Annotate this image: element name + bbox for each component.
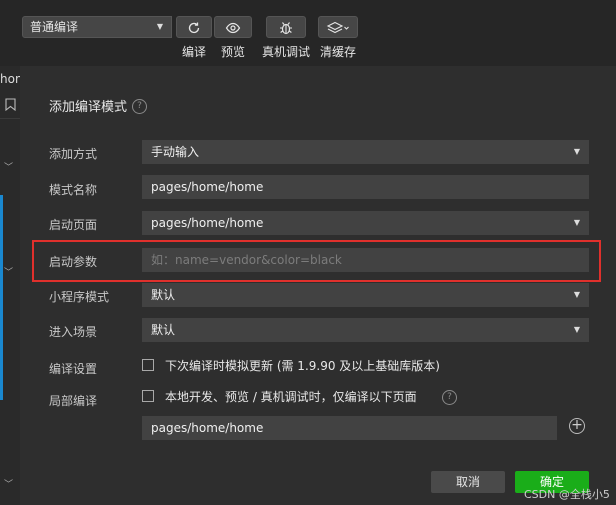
mode-name-input[interactable]: pages/home/home [142, 175, 589, 199]
chevron-down-icon: ▼ [573, 325, 580, 334]
miniprogram-mode-value: 默认 [151, 288, 176, 302]
preview-button[interactable] [214, 16, 252, 38]
mode-name-label: 模式名称 [49, 183, 98, 197]
remote-debug-button[interactable] [266, 16, 306, 38]
add-page-icon[interactable]: + [569, 418, 585, 434]
start-page-value: pages/home/home [151, 216, 264, 230]
clear-cache-label: 清缓存 [319, 45, 356, 59]
add-method-value: 手动输入 [151, 145, 200, 159]
clear-cache-button[interactable] [318, 16, 358, 38]
bookmark-icon[interactable] [5, 98, 16, 111]
help-icon[interactable]: ? [442, 390, 457, 405]
partial-compile-label: 局部编译 [49, 394, 98, 408]
compile-button[interactable] [176, 16, 212, 38]
chevron-down-icon[interactable]: ﹀ [4, 160, 13, 173]
simulate-update-text: 下次编译时模拟更新 (需 1.9.90 及以上基础库版本) [165, 359, 440, 373]
add-method-select[interactable]: 手动输入 ▼ [142, 140, 589, 164]
miniprogram-mode-select[interactable]: 默认 ▼ [142, 283, 589, 307]
start-params-placeholder: 如：name=vendor&color=black [151, 253, 342, 267]
eye-icon [225, 22, 241, 34]
partial-compile-checkbox[interactable] [142, 390, 154, 402]
preview-label: 预览 [220, 45, 245, 59]
chevron-down-icon[interactable]: ﹀ [4, 477, 13, 490]
help-icon[interactable]: ? [132, 99, 147, 114]
cancel-button[interactable]: 取消 [431, 471, 505, 493]
dialog-title: 添加编译模式 [49, 100, 128, 115]
chevron-down-icon: ▼ [156, 22, 163, 31]
enter-scene-value: 默认 [151, 323, 176, 337]
start-page-select[interactable]: pages/home/home ▼ [142, 211, 589, 235]
chevron-down-icon[interactable]: ﹀ [4, 265, 13, 278]
start-params-input[interactable]: 如：name=vendor&color=black [142, 248, 589, 272]
compile-settings-label: 编译设置 [49, 362, 98, 376]
mode-name-value: pages/home/home [151, 180, 264, 194]
watermark: CSDN @全栈小5 [524, 488, 610, 501]
enter-scene-label: 进入场景 [49, 325, 98, 339]
start-page-label: 启动页面 [49, 218, 98, 232]
layers-icon [326, 21, 349, 34]
simulate-update-checkbox[interactable] [142, 359, 154, 371]
remote-debug-label: 真机调试 [261, 45, 310, 59]
partial-compile-text: 本地开发、预览 / 真机调试时，仅编译以下页面 [165, 390, 417, 404]
add-method-label: 添加方式 [49, 147, 98, 161]
compile-label: 编译 [181, 45, 206, 59]
chevron-down-icon: ▼ [573, 147, 580, 156]
left-accent-bar [0, 195, 3, 400]
chevron-down-icon: ▼ [573, 290, 580, 299]
start-params-label: 启动参数 [49, 255, 98, 269]
partial-page-value: pages/home/home [151, 421, 264, 435]
toolbar: 普通编译 ▼ 编译 预览 真机调试 清缓存 [0, 0, 616, 66]
bug-icon [280, 22, 292, 35]
compile-mode-value: 普通编译 [30, 20, 79, 34]
partial-page-input[interactable]: pages/home/home [142, 416, 557, 440]
left-divider [0, 118, 20, 119]
refresh-icon [188, 22, 200, 34]
compile-mode-select[interactable]: 普通编译 ▼ [22, 16, 172, 38]
chevron-down-icon: ▼ [573, 218, 580, 227]
enter-scene-select[interactable]: 默认 ▼ [142, 318, 589, 342]
miniprogram-mode-label: 小程序模式 [49, 290, 110, 304]
left-panel [0, 66, 21, 505]
